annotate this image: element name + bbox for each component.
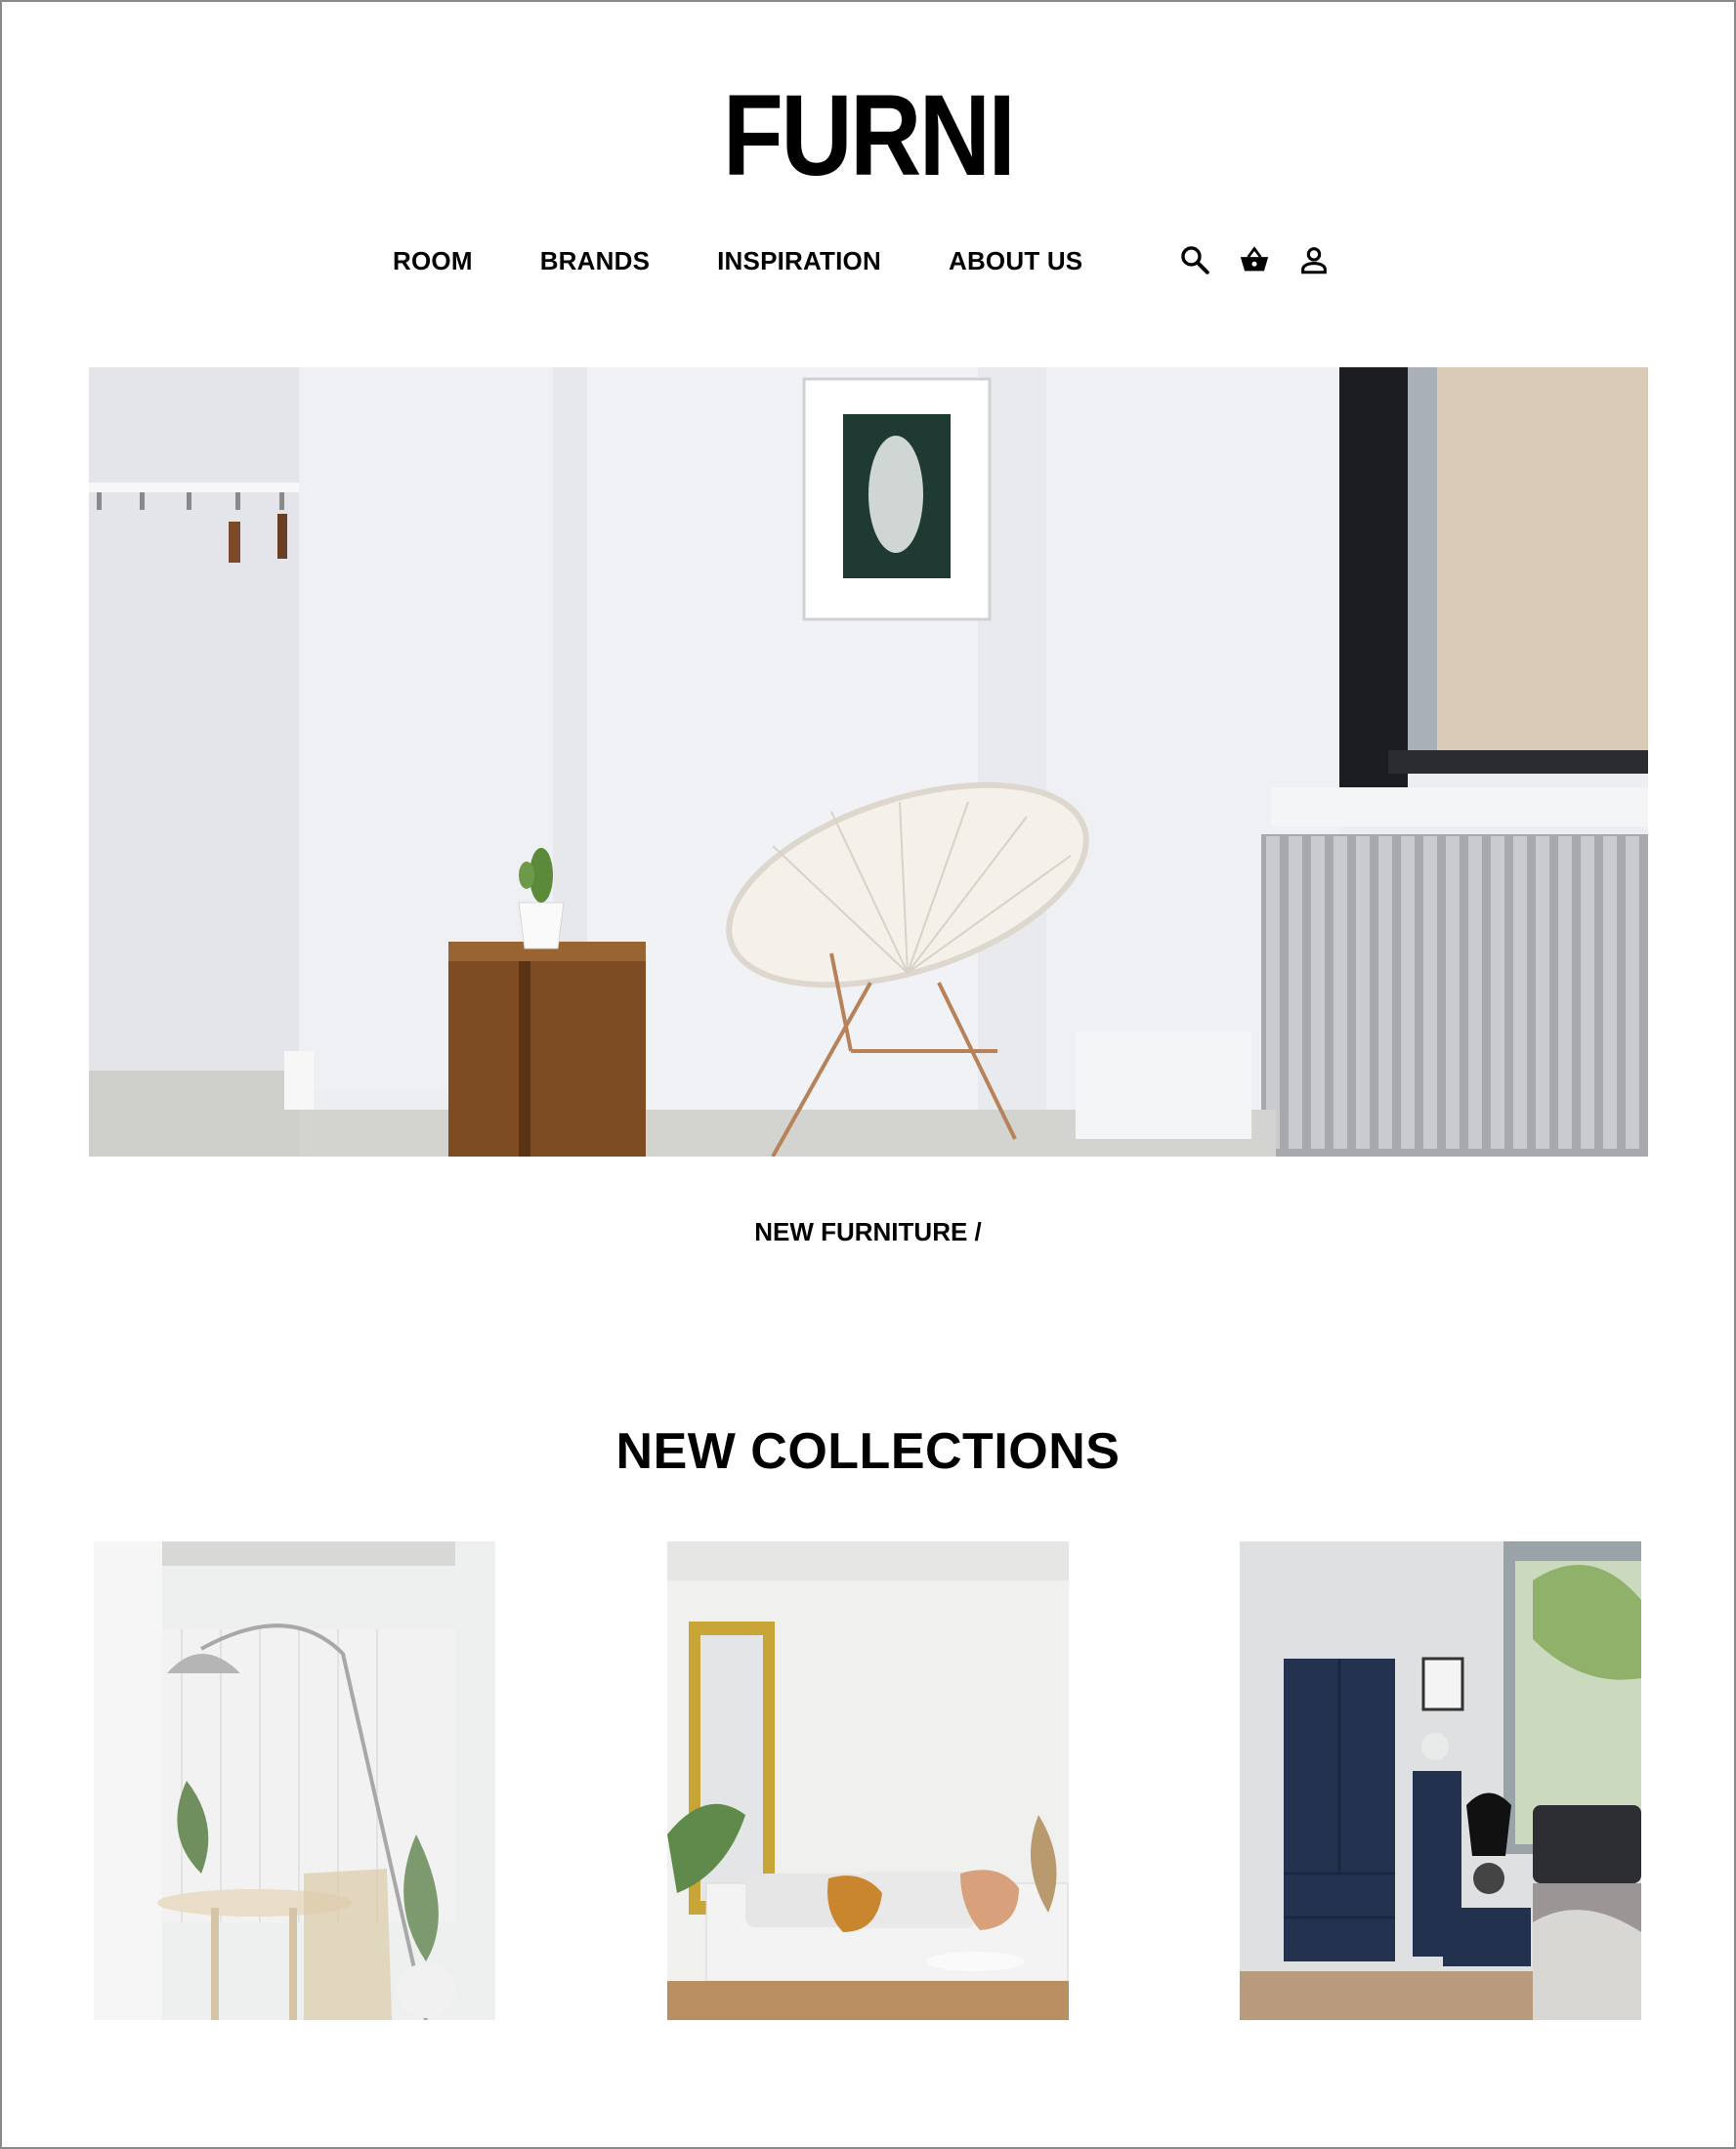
collections-title: NEW COLLECTIONS — [615, 1423, 1121, 1480]
main-nav: ROOM BRANDS INSPIRATION ABOUT US — [393, 246, 1082, 276]
nav-item-room[interactable]: ROOM — [393, 246, 473, 276]
nav-item-brands[interactable]: BRANDS — [540, 246, 650, 276]
hero-image[interactable] — [89, 367, 1648, 1157]
basket-icon[interactable] — [1238, 243, 1271, 276]
collection-card-3[interactable] — [1240, 1541, 1641, 2020]
header-icons — [1178, 243, 1331, 276]
collection-card-1[interactable] — [94, 1541, 495, 2020]
nav-item-about-us[interactable]: ABOUT US — [949, 246, 1082, 276]
user-icon[interactable] — [1297, 243, 1331, 276]
nav-item-inspiration[interactable]: INSPIRATION — [717, 246, 881, 276]
search-icon[interactable] — [1178, 243, 1211, 276]
collection-card-2[interactable] — [667, 1541, 1069, 2020]
brand-logo[interactable]: FURNI — [121, 78, 1614, 193]
hero-caption[interactable]: NEW FURNITURE / — [0, 1217, 1736, 1247]
